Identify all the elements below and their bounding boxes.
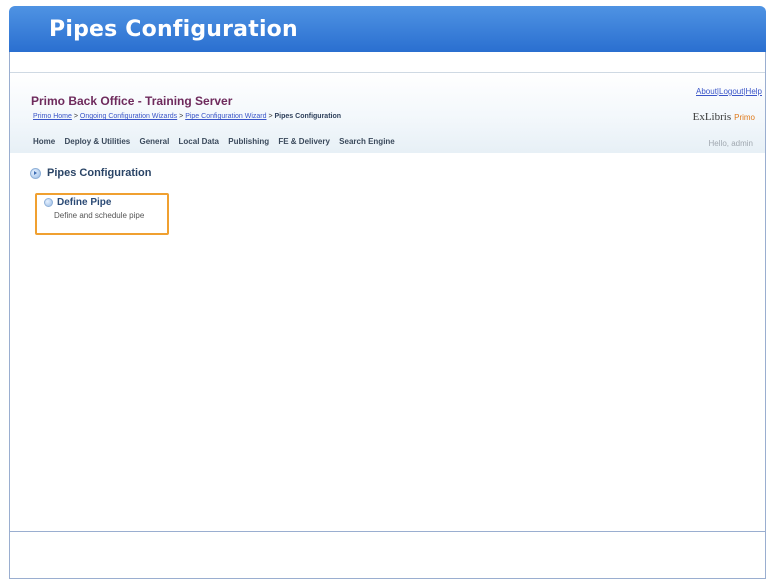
breadcrumb-separator: > (73, 113, 78, 120)
logo-product: Primo (734, 113, 755, 122)
arrow-bullet-icon (30, 167, 41, 179)
help-link[interactable]: Help (746, 87, 762, 96)
greeting: Hello, admin (708, 139, 753, 148)
nav-general[interactable]: General (140, 137, 170, 146)
breadcrumb-separator: > (179, 113, 184, 120)
bottom-divider (9, 531, 766, 532)
breadcrumb-ongoing-wizards[interactable]: Ongoing Configuration Wizards (80, 113, 177, 120)
main-nav: Home Deploy & Utilities General Local Da… (33, 137, 402, 146)
define-pipe-label: Define Pipe (57, 197, 112, 208)
slide-title: Pipes Configuration (49, 17, 298, 42)
app-title: Primo Back Office - Training Server (31, 94, 233, 108)
nav-home[interactable]: Home (33, 137, 55, 146)
breadcrumb: Primo Home > Ongoing Configuration Wizar… (33, 113, 341, 120)
section-heading: Pipes Configuration (30, 167, 152, 179)
nav-local-data[interactable]: Local Data (179, 137, 219, 146)
nav-deploy-utilities[interactable]: Deploy & Utilities (64, 137, 130, 146)
breadcrumb-primo-home[interactable]: Primo Home (33, 113, 72, 120)
breadcrumb-separator: > (268, 113, 273, 120)
bullet-icon (44, 197, 53, 207)
breadcrumb-pipe-wizard[interactable]: Pipe Configuration Wizard (185, 113, 266, 120)
define-pipe-description: Define and schedule pipe (54, 211, 145, 220)
logout-link[interactable]: Logout (719, 87, 743, 96)
nav-fe-delivery[interactable]: FE & Delivery (278, 137, 330, 146)
app-header: About|Logout|Help Primo Back Office - Tr… (10, 72, 765, 153)
logo-text: ExLibris (692, 111, 732, 123)
app-screenshot: About|Logout|Help Primo Back Office - Tr… (10, 72, 765, 531)
define-pipe-link[interactable]: Define Pipe (44, 197, 111, 208)
section-title: Pipes Configuration (47, 167, 152, 179)
exlibris-logo: ExLibris Primo (693, 111, 755, 123)
nav-search-engine[interactable]: Search Engine (339, 137, 395, 146)
breadcrumb-current: Pipes Configuration (274, 113, 342, 120)
nav-publishing[interactable]: Publishing (228, 137, 269, 146)
about-link[interactable]: About (696, 87, 717, 96)
slide-title-banner: Pipes Configuration (9, 6, 766, 52)
top-links: About|Logout|Help (696, 87, 762, 96)
